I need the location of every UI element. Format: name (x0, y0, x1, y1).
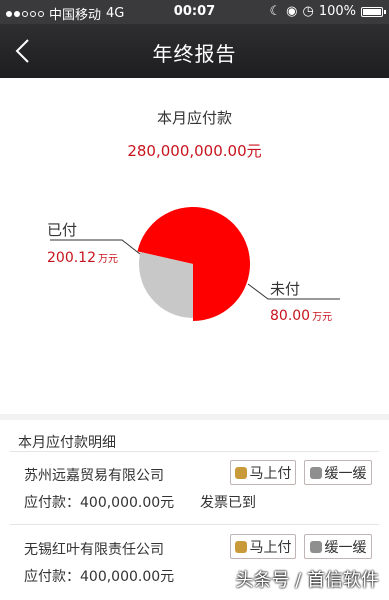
pay-now-label: 马上付 (249, 465, 292, 482)
status-right: ☾ ◉ ◷ 100% (269, 4, 386, 19)
payable-amount: 应付款：400,000.00元 (24, 569, 175, 585)
list-item: 苏州远嘉贸易有限公司 马上付 缓一缓 应付款：400,000.00元 发票已到 (0, 456, 389, 526)
pay-now-label: 马上付 (249, 539, 292, 556)
status-bar: 中国移动 4G 00:07 ☾ ◉ ◷ 100% (0, 0, 389, 24)
company-name: 苏州远嘉贸易有限公司 (24, 468, 164, 484)
alarm-icon: ◷ (302, 4, 314, 19)
money-bag-icon (234, 466, 247, 479)
pay-now-button[interactable]: 马上付 (230, 534, 296, 559)
delay-label: 缓一缓 (324, 465, 367, 482)
invoice-status: 发票已到 (200, 495, 256, 511)
delay-button[interactable]: 缓一缓 (304, 460, 372, 485)
delay-label: 缓一缓 (324, 539, 367, 556)
battery-percent: 100% (318, 4, 356, 19)
coffee-cup-icon (309, 540, 322, 553)
details-heading: 本月应付款明细 (18, 435, 116, 451)
payment-pie-chart: 已付 200.12 万元 未付 80.00 万元 (47, 207, 340, 324)
money-bag-icon (234, 540, 247, 553)
lock-rotation-icon: ◉ (286, 4, 298, 19)
moon-icon: ☾ (269, 4, 282, 19)
summary-title: 本月应付款 (156, 109, 232, 127)
delay-button[interactable]: 缓一缓 (304, 534, 372, 559)
company-name: 无锡红叶有限责任公司 (24, 542, 164, 558)
pay-now-button[interactable]: 马上付 (230, 460, 296, 485)
nav-bar: 年终报告 (0, 24, 389, 78)
divider (10, 524, 379, 525)
watermark: 头条号 / 首信软件 (235, 570, 379, 591)
battery-icon (361, 6, 386, 17)
summary-amount: 280,000,000.00元 (127, 142, 262, 160)
paid-value-label: 200.12 万元 (47, 250, 118, 266)
coffee-cup-icon (309, 466, 322, 479)
details-header: 本月应付款明细 (0, 414, 389, 452)
payable-amount: 应付款：400,000.00元 (24, 495, 175, 511)
unpaid-value-label: 80.00 万元 (270, 308, 332, 324)
divider (10, 451, 379, 452)
unpaid-label: 未付 (270, 280, 300, 298)
paid-label: 已付 (47, 221, 77, 239)
page-title: 年终报告 (152, 42, 237, 66)
